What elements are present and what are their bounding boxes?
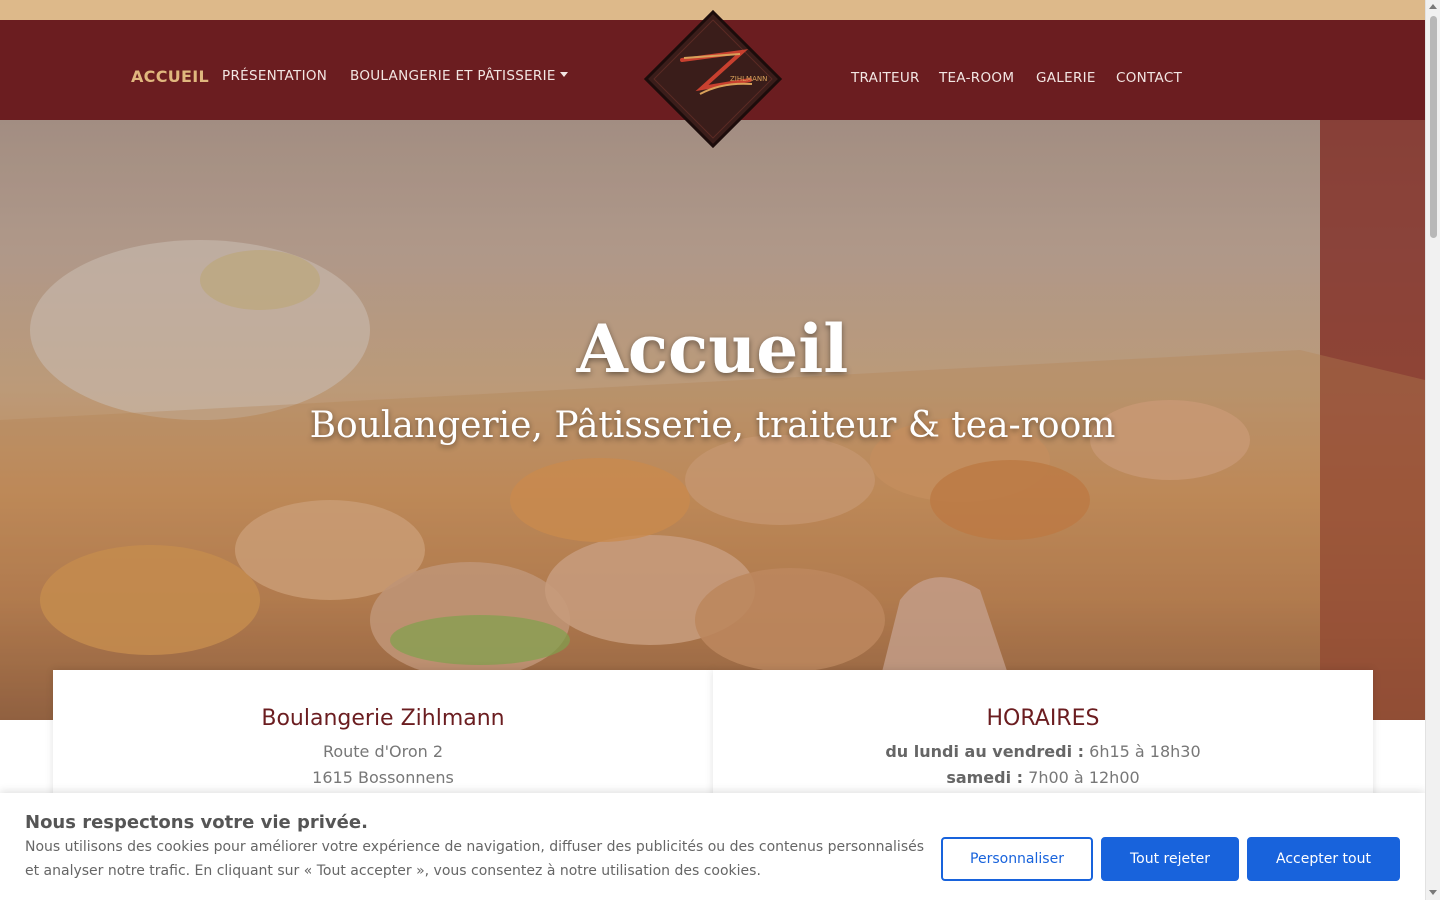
- hero-title: Accueil: [576, 310, 849, 388]
- caret-down-icon: [559, 72, 568, 77]
- page-scrollbar[interactable]: [1425, 0, 1440, 900]
- hours-row-saturday: samedi : 7h00 à 12h00: [713, 765, 1373, 791]
- nav-link-presentation[interactable]: PRÉSENTATION: [222, 68, 327, 84]
- nav-link-boulangerie-patisserie[interactable]: BOULANGERIE ET PÂTISSERIE: [350, 68, 568, 84]
- scroll-down-arrow-icon[interactable]: [1429, 890, 1437, 895]
- scroll-up-arrow-icon[interactable]: [1429, 4, 1437, 9]
- nav-link-boulangerie-label: BOULANGERIE ET PÂTISSERIE: [350, 68, 556, 84]
- scrollbar-thumb[interactable]: [1430, 16, 1437, 238]
- nav-link-galerie[interactable]: GALERIE: [1036, 70, 1096, 86]
- zihlmann-logo[interactable]: ZIHLMANN: [642, 8, 784, 150]
- address-card-title: Boulangerie Zihlmann: [261, 706, 505, 731]
- nav-link-contact[interactable]: CONTACT: [1116, 70, 1182, 86]
- accept-all-button[interactable]: Accepter tout: [1247, 837, 1400, 881]
- address-line-street: Route d'Oron 2: [322, 742, 444, 761]
- cookie-consent-banner: Nous respectons votre vie privée. Nous u…: [0, 793, 1425, 900]
- hours-saturday-value: 7h00 à 12h00: [1028, 768, 1140, 787]
- hours-card-title: HORAIRES: [986, 706, 1100, 731]
- customize-button[interactable]: Personnaliser: [941, 837, 1093, 881]
- hero-banner: Accueil Boulangerie, Pâtisserie, traiteu…: [0, 120, 1425, 720]
- hero-subtitle: Boulangerie, Pâtisserie, traiteur & tea-…: [309, 405, 1116, 446]
- hours-row-weekdays: du lundi au vendredi : 6h15 à 18h30: [713, 739, 1373, 765]
- address-line-city: 1615 Bossonnens: [312, 768, 454, 787]
- logo-wordmark: ZIHLMANN: [730, 75, 767, 83]
- reject-all-button[interactable]: Tout rejeter: [1101, 837, 1239, 881]
- hours-saturday-label: samedi :: [946, 768, 1024, 787]
- nav-link-tea-room[interactable]: TEA-ROOM: [939, 70, 1014, 86]
- hours-weekdays-label: du lundi au vendredi :: [885, 742, 1085, 761]
- cookie-description: Nous utilisons des cookies pour améliore…: [25, 839, 925, 879]
- nav-link-accueil[interactable]: ACCUEIL: [131, 67, 209, 86]
- hours-weekdays-value: 6h15 à 18h30: [1089, 742, 1201, 761]
- cookie-title: Nous respectons votre vie privée.: [25, 812, 368, 833]
- nav-link-traiteur[interactable]: TRAITEUR: [851, 70, 920, 86]
